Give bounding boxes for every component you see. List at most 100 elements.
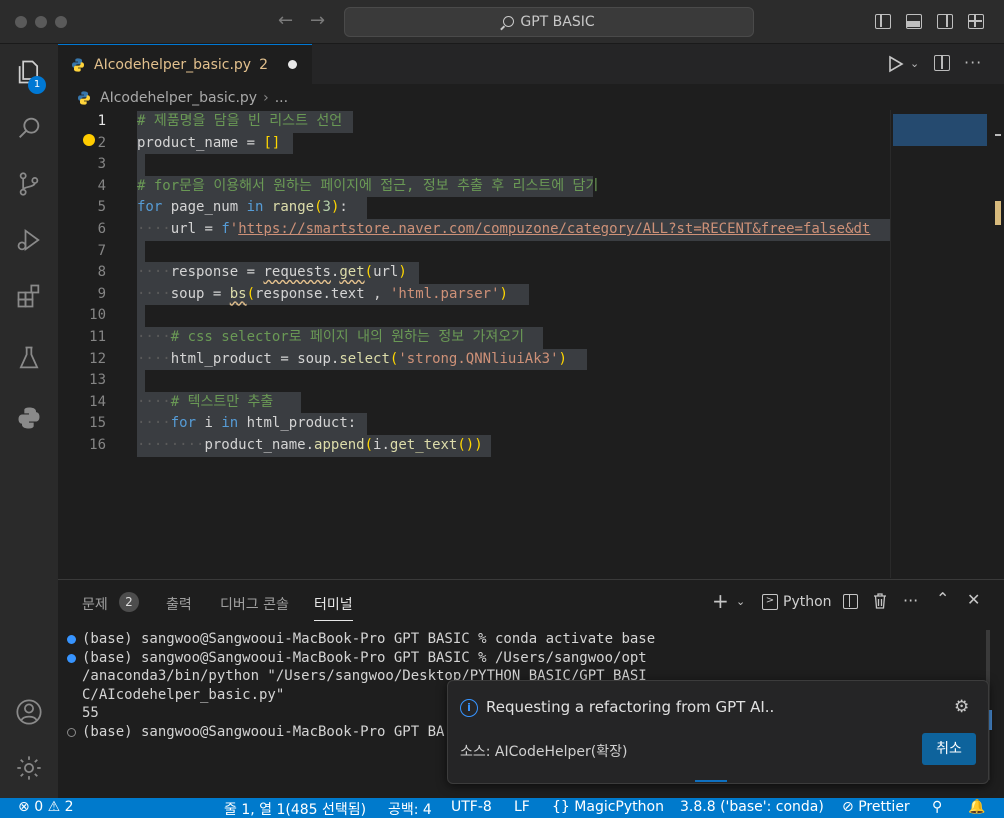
tab-aicodehelper[interactable]: AIcodehelper_basic.py 2	[58, 44, 312, 84]
eol-status[interactable]: LF	[514, 799, 530, 815]
tab-output[interactable]: 출력	[166, 594, 192, 614]
command-pending-dot[interactable]	[67, 728, 76, 737]
breadcrumb-file[interactable]: AIcodehelper_basic.py	[100, 90, 257, 106]
feedback-icon[interactable]: ⚲	[932, 799, 942, 815]
explorer-icon[interactable]: 1	[0, 48, 58, 96]
line-number: 9	[97, 285, 106, 302]
terminal-line: (base) sangwoo@Sangwooui-MacBook-Pro GPT…	[82, 631, 656, 647]
breadcrumb-more[interactable]: ...	[275, 90, 288, 106]
tab-label: AIcodehelper_basic.py	[94, 56, 252, 73]
account-icon[interactable]	[0, 688, 58, 736]
tab-problems[interactable]: 문제	[82, 594, 108, 614]
code-line[interactable]: 3	[58, 154, 890, 176]
toggle-panel-icon[interactable]	[906, 14, 922, 29]
extensions-icon[interactable]	[0, 272, 58, 320]
code-line[interactable]: 15 ····for i in html_product:	[58, 413, 890, 435]
tab-problem-count: 2	[259, 56, 268, 73]
code-text: ····html_product = soup.select('strong.Q…	[137, 350, 567, 367]
code-line[interactable]: 2 product_name = []	[58, 132, 890, 155]
code-line[interactable]: 6 ····url = f'https://smartstore.naver.co…	[58, 219, 890, 241]
customize-layout-icon[interactable]	[968, 14, 984, 29]
minimize-window-button[interactable]	[35, 16, 47, 28]
search-icon	[503, 16, 515, 27]
code-line[interactable]: 16 ········product_name.append(i.get_text…	[58, 435, 890, 457]
code-text: ········product_name.append(i.get_text()…	[137, 437, 483, 453]
split-terminal-icon[interactable]	[843, 594, 858, 609]
info-icon: i	[460, 699, 478, 717]
kill-terminal-trash-icon[interactable]	[873, 593, 887, 609]
lightbulb-icon[interactable]	[83, 134, 95, 146]
new-terminal-plus-icon[interactable]: +	[712, 589, 729, 613]
line-number: 16	[89, 437, 106, 453]
terminal-options-chevron-icon[interactable]: ⌄	[736, 595, 745, 608]
maximize-panel-chevron-icon[interactable]: ⌃	[936, 589, 949, 608]
line-number: 3	[97, 156, 106, 173]
terminal-profile-label[interactable]: Python	[783, 594, 832, 610]
python-file-icon	[78, 91, 90, 105]
notification-source: 소스: AICodeHelper(확장)	[460, 744, 628, 760]
zoom-window-button[interactable]	[55, 16, 67, 28]
run-python-file-icon[interactable]	[888, 55, 904, 73]
line-number: 1	[97, 113, 106, 129]
minimap-selection	[893, 114, 987, 146]
toggle-secondary-sidebar-icon[interactable]	[937, 14, 953, 29]
line-number: 12	[89, 350, 106, 367]
code-text: ····for i in html_product:	[137, 415, 357, 432]
code-line[interactable]: 11 ····# css selector로 페이지 내의 원하는 정보 가져오기	[58, 327, 890, 349]
unsaved-dot-icon[interactable]	[288, 60, 297, 69]
cancel-button[interactable]: 취소	[922, 733, 976, 765]
search-icon[interactable]	[0, 104, 58, 152]
encoding-status[interactable]: UTF-8	[451, 799, 492, 815]
code-line[interactable]: 8 ····response = requests.get(url)	[58, 262, 890, 284]
close-window-button[interactable]	[15, 16, 27, 28]
python-icon[interactable]	[0, 394, 58, 442]
notification-settings-gear-icon[interactable]: ⚙	[954, 697, 969, 717]
settings-gear-icon[interactable]	[0, 744, 58, 792]
line-number: 11	[89, 329, 106, 345]
source-control-icon[interactable]	[0, 160, 58, 208]
code-line[interactable]: 13	[58, 370, 890, 392]
selection-highlight	[137, 154, 145, 176]
back-arrow-icon[interactable]: ←	[278, 10, 293, 31]
notification-message: Requesting a refactoring from GPT AI..	[486, 698, 775, 716]
testing-icon[interactable]	[0, 334, 58, 382]
minimap[interactable]	[890, 110, 990, 578]
code-text: # 제품명을 담을 빈 리스트 선언	[137, 113, 343, 129]
tab-terminal[interactable]: 터미널	[314, 594, 353, 621]
workspace-name: GPT BASIC	[520, 14, 595, 30]
run-debug-icon[interactable]	[0, 216, 58, 264]
notifications-bell-icon[interactable]: 🔔	[968, 799, 985, 815]
code-line[interactable]: 12 ····html_product = soup.select('strong…	[58, 348, 890, 371]
indentation-status[interactable]: 공백: 4	[388, 799, 432, 818]
command-success-dot[interactable]	[67, 635, 76, 644]
toggle-primary-sidebar-icon[interactable]	[875, 14, 891, 29]
prettier-status[interactable]: ⊘ Prettier	[842, 799, 910, 815]
terminal-line: (base) sangwoo@Sangwooui-MacBook-Pro GPT…	[82, 724, 445, 740]
code-line[interactable]: 1 # 제품명을 담을 빈 리스트 선언	[58, 111, 890, 133]
run-options-chevron-icon[interactable]: ⌄	[910, 57, 919, 70]
tab-debug-console[interactable]: 디버그 콘솔	[220, 594, 289, 614]
panel-more-icon[interactable]: ···	[903, 591, 918, 610]
language-label: MagicPython	[574, 799, 664, 815]
forward-arrow-icon[interactable]: →	[310, 10, 325, 31]
more-actions-icon[interactable]: ···	[964, 53, 982, 72]
language-mode[interactable]: {} MagicPython	[552, 799, 664, 815]
close-panel-icon[interactable]: ✕	[967, 590, 980, 609]
code-line[interactable]: 14 ····# 텍스트만 추출	[58, 391, 890, 414]
notification-toast: i Requesting a refactoring from GPT AI..…	[447, 680, 989, 784]
python-interpreter[interactable]: 3.8.8 ('base': conda)	[680, 799, 824, 815]
problems-status[interactable]: ⊗ 0 ⚠ 2	[18, 799, 74, 815]
code-line[interactable]: 4 # for문을 이용해서 원하는 페이지에 접근, 정보 추출 후 리스트에 …	[58, 175, 890, 198]
split-editor-icon[interactable]	[934, 55, 950, 71]
activity-bar: 1	[0, 44, 58, 798]
code-line[interactable]: 10	[58, 305, 890, 327]
cursor-position[interactable]: 줄 1, 열 1(485 선택됨)	[224, 799, 366, 818]
problems-count-badge: 2	[119, 592, 139, 612]
code-line[interactable]: 5 for page_num in range(3):	[58, 197, 890, 219]
code-line[interactable]: 9 ····soup = bs(response.text , 'html.par…	[58, 283, 890, 306]
code-line[interactable]: 7	[58, 240, 890, 263]
code-editor[interactable]: 1 # 제품명을 담을 빈 리스트 선언 2 product_name = [] 3 4 #…	[58, 110, 890, 578]
command-success-dot[interactable]	[67, 654, 76, 663]
code-text: ····# 텍스트만 추출	[137, 393, 274, 410]
command-center-search[interactable]: GPT BASIC	[344, 7, 754, 37]
